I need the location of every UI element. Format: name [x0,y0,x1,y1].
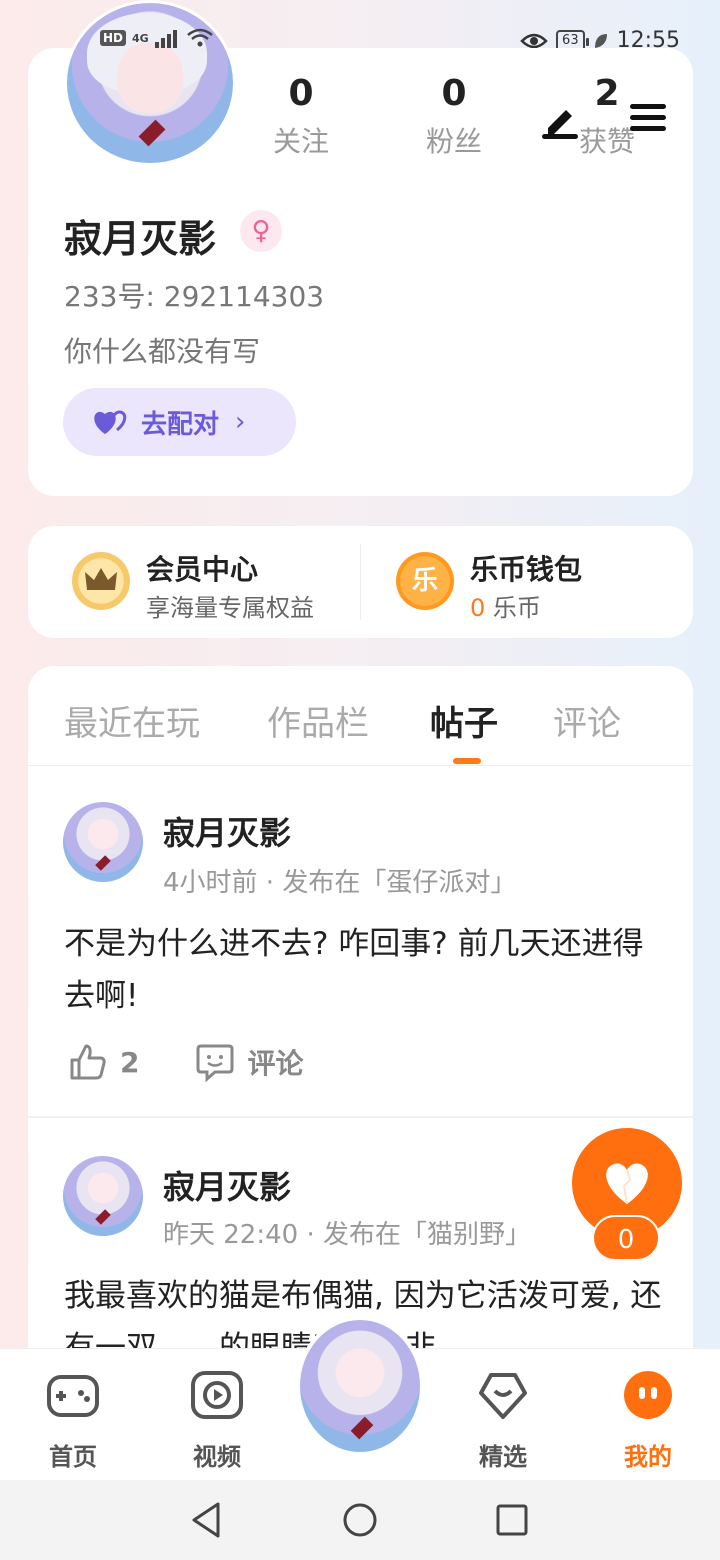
tab-comments[interactable]: 评论 [553,696,621,745]
coin-wallet-entry[interactable]: 乐 乐币钱包 0 乐币 [396,548,676,622]
go-match-button[interactable]: 去配对 › [63,388,296,456]
female-gender-icon: ♀ [240,210,282,252]
profile-tabs: 最近在玩 作品栏 帖子 评论 [28,666,693,766]
profile-avatar[interactable] [64,0,236,166]
signal-icon [154,30,177,48]
stat-following-count: 0 [288,73,314,114]
network-type: 4G [132,31,149,45]
comment-label: 评论 [247,1047,304,1080]
coin-unit: 乐币 [492,594,541,622]
wallet-divider [360,544,361,620]
post-author-avatar[interactable] [63,1156,143,1236]
stat-followers-label: 粉丝 [425,125,482,158]
vip-center-title: 会员中心 [146,553,259,586]
tab-recent-played[interactable]: 最近在玩 [64,696,200,745]
profile-uid[interactable]: 233号: 292114303 [64,275,324,315]
post-meta: 4小时前 · 发布在「蛋仔派对」 [163,868,517,898]
post-author-name[interactable]: 寂月灭影 [163,1162,291,1208]
post-author-name[interactable]: 寂月灭影 [163,808,291,854]
hearts-icon [94,410,127,434]
feed-card: 最近在玩 作品栏 帖子 评论 寂月灭影 4小时前 · 发布在「蛋仔派对」 不是为… [28,666,693,1366]
nav-featured[interactable]: 精选 [458,1367,548,1472]
coin-wallet-subtitle: 0 乐币 [470,588,541,623]
like-button[interactable]: 2 [68,1042,139,1082]
stat-followers-count: 0 [441,73,467,114]
face-dots-icon [624,1371,672,1419]
video-play-icon [191,1371,243,1419]
floating-like-count: 0 [592,1215,660,1261]
avatar-face [117,43,183,113]
tab-posts[interactable]: 帖子 [430,696,498,745]
nav-video-label: 视频 [193,1443,241,1471]
wifi-icon [186,28,213,47]
edit-icon[interactable] [540,100,580,140]
system-nav-bar [0,1480,720,1560]
tab-active-indicator [453,758,481,764]
chevron-right-icon: › [235,407,246,437]
stat-following[interactable]: 0 关注 [241,70,361,166]
vip-center-subtitle: 享海量专属权益 [146,594,314,622]
post-body: 不是为什么进不去? 咋回事? 前几天还进得去啊! [64,926,644,1014]
back-triangle-icon[interactable] [186,1500,226,1540]
nav-video[interactable]: 视频 [172,1367,262,1472]
recents-square-icon[interactable] [492,1500,532,1540]
status-left: HD 4G [100,28,213,48]
post-author-avatar[interactable] [63,802,143,882]
stat-followers[interactable]: 0 粉丝 [394,70,514,166]
nav-featured-label: 精选 [479,1443,527,1471]
post-actions: 2 评论 [68,1042,360,1082]
nav-home-label: 首页 [49,1443,97,1471]
wallet-card: 会员中心 享海量专属权益 乐 乐币钱包 0 乐币 [28,526,693,638]
nav-mine-label: 我的 [624,1443,672,1471]
nav-home[interactable]: 首页 [28,1367,118,1472]
coin-wallet-title: 乐币钱包 [470,553,583,586]
avatar-gem [95,855,111,871]
coin-count: 0 [470,594,486,622]
comment-icon [196,1044,234,1082]
comment-button[interactable]: 评论 [195,1042,304,1082]
thumbs-up-icon [70,1044,106,1080]
heart-chat-icon [479,1373,527,1419]
avatar-gem [350,1416,374,1440]
profile-username: 寂月灭影 [64,217,217,261]
post-item[interactable]: 寂月灭影 4小时前 · 发布在「蛋仔派对」 不是为什么进不去? 咋回事? 前几天… [28,766,693,1118]
go-match-label: 去配对 [141,409,220,440]
menu-icon[interactable] [630,102,666,134]
profile-bio[interactable]: 你什么都没有写 [64,330,260,370]
stat-following-label: 关注 [272,125,329,158]
vip-center-entry[interactable]: 会员中心 享海量专属权益 [72,548,352,622]
like-count: 2 [120,1045,140,1079]
home-circle-icon[interactable] [340,1500,380,1540]
nav-center-avatar[interactable] [296,1316,424,1456]
tab-works[interactable]: 作品栏 [267,696,369,745]
gamepad-icon [47,1375,99,1417]
leaf-icon [594,33,607,48]
post-meta: 昨天 22:40 · 发布在「猫别野」 [163,1220,531,1250]
avatar-gem [95,1209,111,1225]
hd-badge: HD [100,30,127,46]
nav-mine[interactable]: 我的 [603,1367,693,1472]
coin-icon: 乐 [396,552,454,610]
avatar-gem [138,119,166,147]
crown-icon [72,552,130,610]
